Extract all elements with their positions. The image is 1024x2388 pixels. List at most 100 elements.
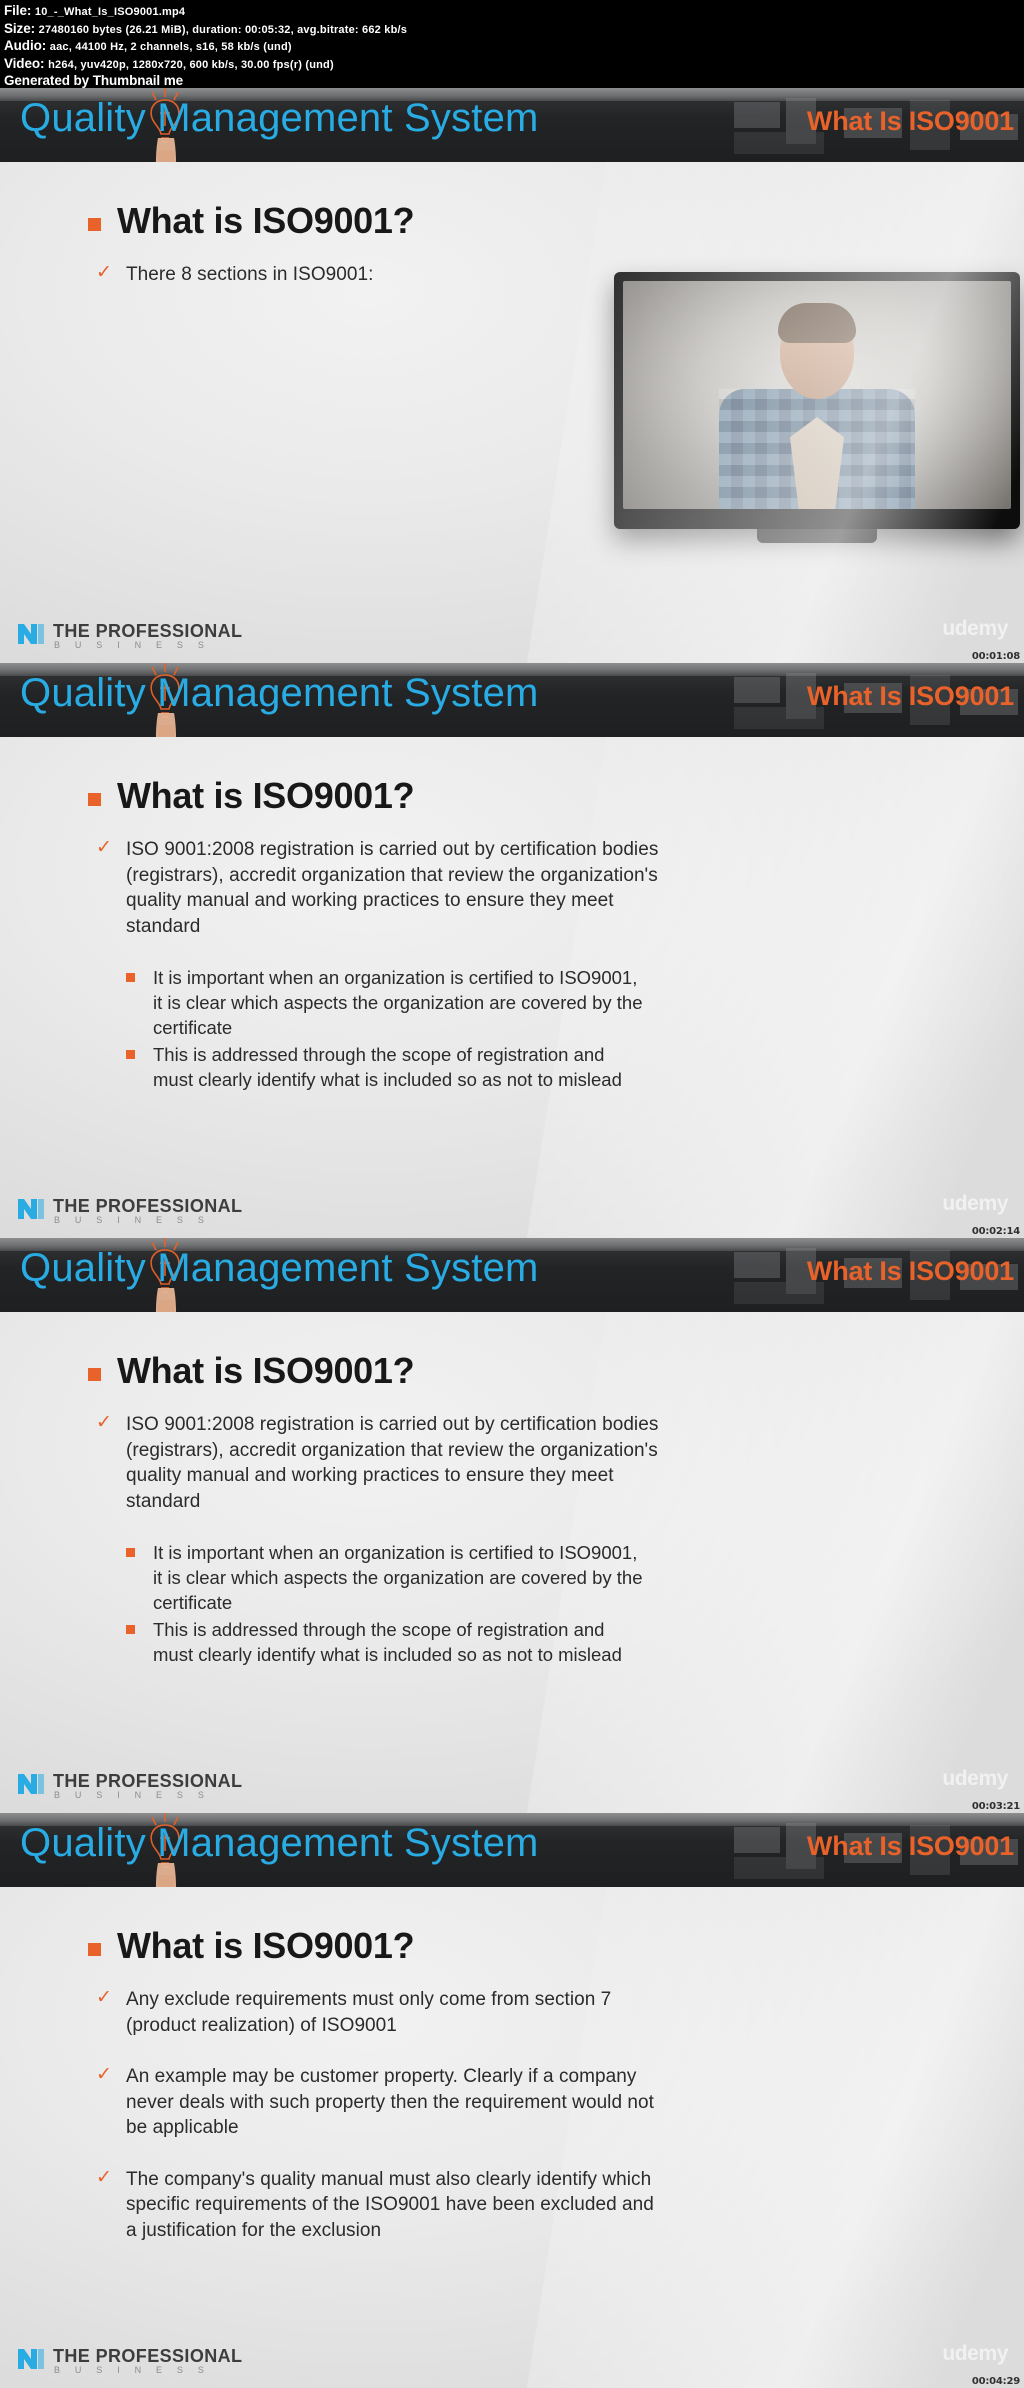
metadata-file-line: File: 10_-_What_Is_ISO9001.mp4 — [4, 3, 1020, 21]
metadata-size-label: Size: — [4, 20, 36, 36]
metadata-audio-line: Audio: aac, 44100 Hz, 2 channels, s16, 5… — [4, 38, 1020, 56]
udemy-watermark: udemy — [942, 1767, 1008, 1790]
brand-name: THE PROFESSIONAL — [53, 1196, 243, 1216]
bullet-list: ✓ ISO 9001:2008 registration is carried o… — [96, 837, 666, 1092]
thumbnail-sheet: Quality Management System What Is ISO900… — [0, 88, 1024, 2388]
bullet-text: ISO 9001:2008 registration is carried ou… — [126, 1414, 659, 1512]
metadata-file-value: 10_-_What_Is_ISO9001.mp4 — [34, 6, 186, 18]
sub-bullet-square-icon — [126, 973, 135, 982]
heading-bullet-square-icon — [88, 792, 101, 806]
slide-content-area: What is ISO9001? ✓ Any exclude requiremen… — [0, 1887, 1024, 2388]
metadata-video-label: Video: — [4, 55, 45, 71]
slide-header-title: Quality Management System — [20, 1246, 539, 1290]
slide-heading: What is ISO9001? — [117, 1350, 415, 1391]
heading-bullet-square-icon — [88, 217, 101, 231]
heading-bullet-square-icon — [88, 1942, 101, 1956]
frame-timestamp: 00:03:21 — [971, 1801, 1020, 1812]
bullet-list: ✓ There 8 sections in ISO9001: — [96, 262, 666, 288]
bullet-item: ✓ The company's quality manual must also … — [96, 2167, 666, 2244]
metadata-video-value: h264, yuv420p, 1280x720, 600 kb/s, 30.00… — [48, 58, 334, 71]
slide-content-area: What is ISO9001? ✓ ISO 9001:2008 registra… — [0, 737, 1024, 1238]
metadata-audio-label: Audio: — [4, 38, 47, 53]
check-icon: ✓ — [96, 262, 112, 283]
presenter-video-overlay — [614, 272, 1020, 543]
brand-tagline: B U S I N E S S — [54, 1215, 211, 1225]
metadata-audio-value: aac, 44100 Hz, 2 channels, s16, 58 kb/s … — [49, 41, 292, 53]
udemy-watermark: udemy — [942, 617, 1008, 640]
slide-content-area: What is ISO9001? ✓ There 8 sections in IS… — [0, 162, 1024, 663]
slide-header-title: Quality Management System — [20, 96, 539, 140]
professional-business-logo-icon — [18, 2349, 44, 2369]
sub-bullet-text: It is important when an organization is … — [153, 967, 643, 1038]
sub-bullet-square-icon — [126, 1625, 135, 1634]
brand-tagline: B U S I N E S S — [54, 2365, 211, 2375]
slide-header-title: Quality Management System — [20, 1821, 539, 1865]
bullet-item: ✓ An example may be customer property. Cl… — [96, 2064, 666, 2141]
slide-header-bar: Quality Management System What Is ISO900… — [0, 1813, 1024, 1887]
bullet-item: ✓ There 8 sections in ISO9001: — [96, 262, 666, 288]
sub-bullet-square-icon — [126, 1050, 135, 1059]
bullet-item: ✓ ISO 9001:2008 registration is carried o… — [96, 837, 666, 939]
slide-header-bar: Quality Management System What Is ISO900… — [0, 1238, 1024, 1312]
slide-header-subtitle: What Is ISO9001 — [806, 106, 1014, 136]
professional-business-logo-icon — [18, 624, 44, 644]
metadata-video-line: Video: h264, yuv420p, 1280x720, 600 kb/s… — [4, 56, 1020, 74]
slide-heading-row: What is ISO9001? — [88, 200, 1024, 242]
frame-timestamp: 00:01:08 — [971, 651, 1020, 662]
bullet-text: Any exclude requirements must only come … — [126, 1989, 612, 2036]
sub-bullet-text: This is addressed through the scope of r… — [153, 1044, 622, 1090]
video-frame-3[interactable]: Quality Management System What Is ISO900… — [0, 1238, 1024, 1813]
presenter-video-screen — [623, 281, 1011, 509]
bullet-item: ✓ ISO 9001:2008 registration is carried o… — [96, 1412, 666, 1514]
bullet-text: The company's quality manual must also c… — [126, 2168, 654, 2241]
metadata-size-value: 27480160 bytes (26.21 MiB), duration: 00… — [38, 23, 408, 36]
heading-bullet-square-icon — [88, 1367, 101, 1381]
bullet-item: ✓ Any exclude requirements must only come… — [96, 1987, 666, 2038]
sub-bullet-list: It is important when an organization is … — [126, 965, 646, 1092]
slide-header-subtitle: What Is ISO9001 — [806, 1831, 1014, 1861]
video-frame-4[interactable]: Quality Management System What Is ISO900… — [0, 1813, 1024, 2388]
sub-bullet-list: It is important when an organization is … — [126, 1540, 646, 1667]
metadata-size-line: Size: 27480160 bytes (26.21 MiB), durati… — [4, 21, 1020, 39]
metadata-file-label: File: — [4, 3, 32, 18]
bullet-text: An example may be customer property. Cle… — [126, 2066, 654, 2138]
sub-bullet-item: It is important when an organization is … — [126, 965, 646, 1040]
check-icon: ✓ — [96, 2166, 112, 2188]
brand-logo: THE PROFESSIONAL B U S I N E S S — [16, 621, 242, 651]
check-icon: ✓ — [96, 1987, 112, 2008]
frame-timestamp: 00:04:29 — [971, 2376, 1020, 2387]
bullet-text: There 8 sections in ISO9001: — [126, 264, 374, 285]
brand-name: THE PROFESSIONAL — [53, 621, 243, 641]
slide-header-title: Quality Management System — [20, 671, 539, 715]
check-icon: ✓ — [96, 1412, 112, 1433]
slide-heading-row: What is ISO9001? — [88, 1925, 1024, 1967]
slide-heading-row: What is ISO9001? — [88, 1350, 1024, 1392]
sub-bullet-item: It is important when an organization is … — [126, 1540, 646, 1615]
slide-heading: What is ISO9001? — [117, 1925, 415, 1966]
slide-content-area: What is ISO9001? ✓ ISO 9001:2008 registra… — [0, 1312, 1024, 1813]
slide-heading: What is ISO9001? — [117, 775, 415, 816]
slide-header-subtitle: What Is ISO9001 — [806, 681, 1014, 711]
frame-timestamp: 00:02:14 — [971, 1226, 1020, 1237]
video-frame-2[interactable]: Quality Management System What Is ISO900… — [0, 663, 1024, 1238]
sub-bullet-item: This is addressed through the scope of r… — [126, 1617, 646, 1667]
monitor-stand — [757, 529, 877, 543]
video-frame-1[interactable]: Quality Management System What Is ISO900… — [0, 88, 1024, 663]
bullet-list: ✓ Any exclude requirements must only come… — [96, 1987, 666, 2243]
sub-bullet-text: This is addressed through the scope of r… — [153, 1619, 622, 1665]
check-icon: ✓ — [96, 2064, 112, 2085]
presenter-hair — [778, 303, 856, 343]
udemy-watermark: udemy — [942, 2342, 1008, 2365]
slide-header-bar: Quality Management System What Is ISO900… — [0, 663, 1024, 737]
brand-logo: THE PROFESSIONAL B U S I N E S S — [16, 1771, 242, 1801]
udemy-watermark: udemy — [942, 1192, 1008, 1215]
brand-name: THE PROFESSIONAL — [53, 1771, 243, 1791]
sub-bullet-text: It is important when an organization is … — [153, 1542, 643, 1613]
brand-name: THE PROFESSIONAL — [53, 2346, 243, 2366]
slide-header-bar: Quality Management System What Is ISO900… — [0, 88, 1024, 162]
brand-tagline: B U S I N E S S — [54, 640, 211, 650]
brand-logo: THE PROFESSIONAL B U S I N E S S — [16, 1196, 242, 1226]
sub-bullet-item: This is addressed through the scope of r… — [126, 1042, 646, 1092]
slide-heading-row: What is ISO9001? — [88, 775, 1024, 817]
professional-business-logo-icon — [18, 1774, 44, 1794]
